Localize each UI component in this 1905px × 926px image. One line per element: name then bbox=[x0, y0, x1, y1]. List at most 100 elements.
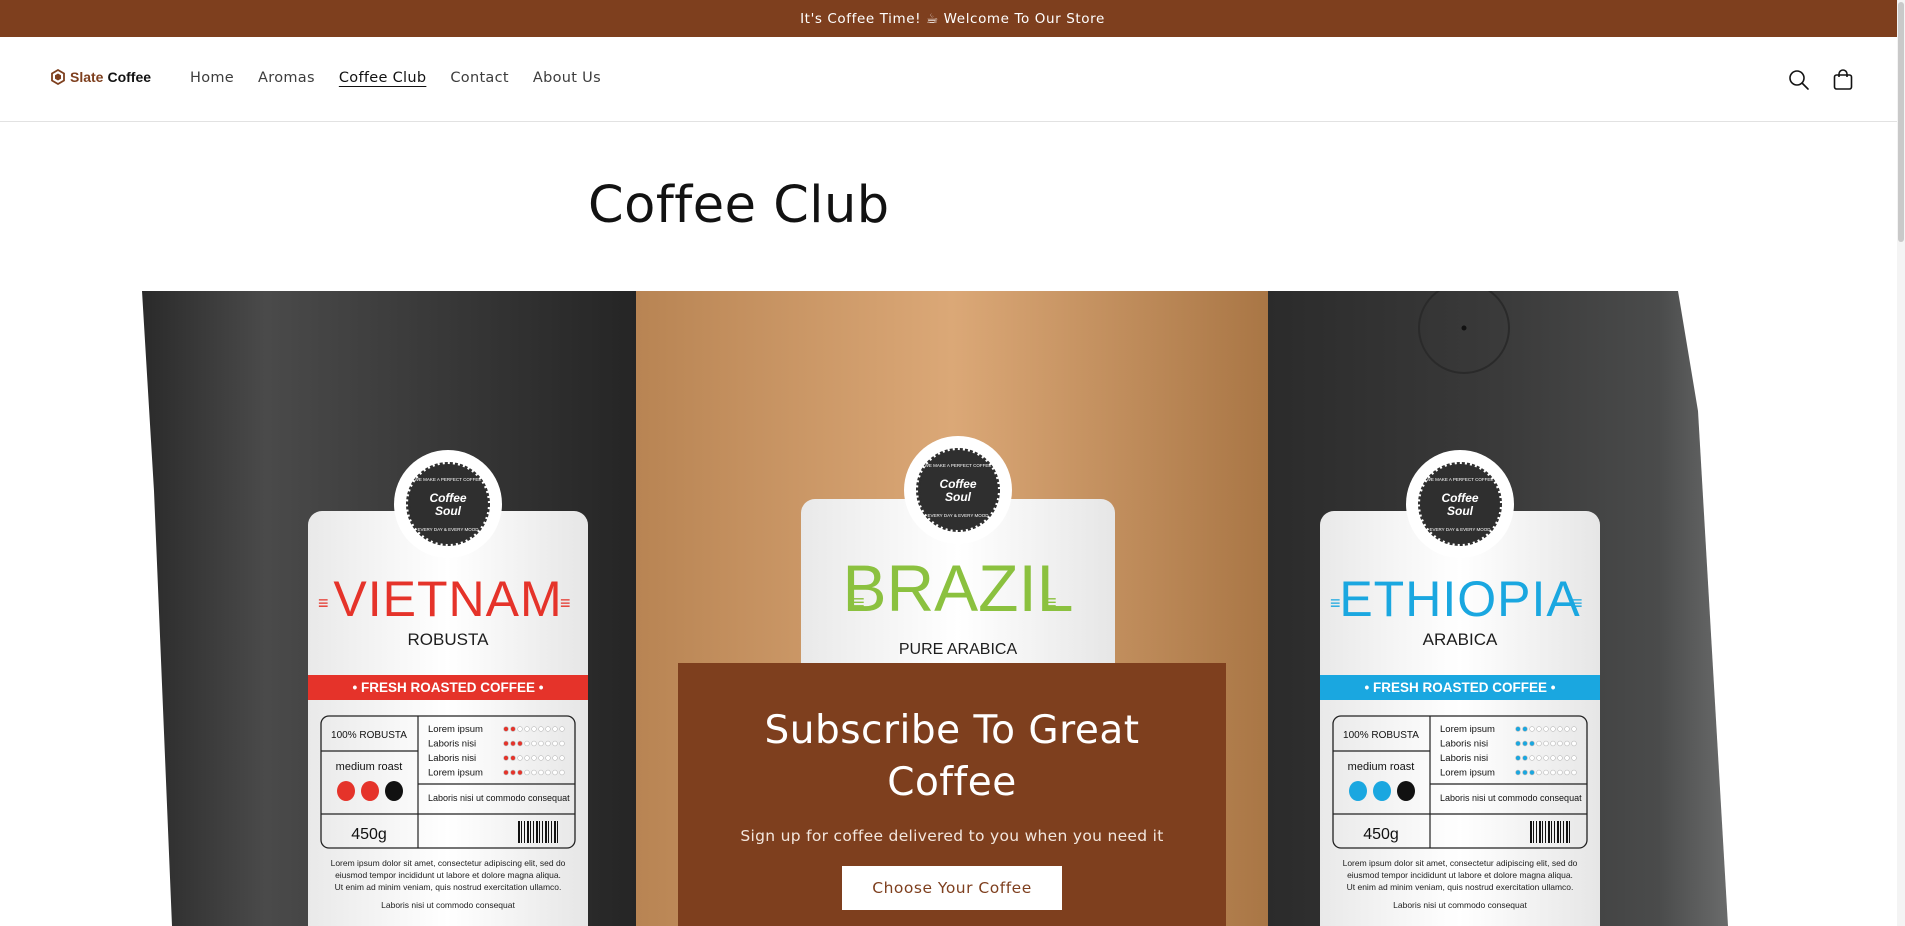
rating-dot bbox=[552, 740, 558, 747]
barcode-bar bbox=[557, 821, 558, 843]
choose-your-coffee-button[interactable]: Choose Your Coffee bbox=[842, 866, 1062, 910]
origin-rays-right: ≡ bbox=[1572, 593, 1583, 613]
rating-dot bbox=[1571, 740, 1577, 747]
footer-text: Laboris nisi ut commodo consequat bbox=[1393, 900, 1527, 910]
badge-line-1: Coffee bbox=[939, 477, 976, 491]
badge-top-text: WE MAKE A PERFECT COFFEE bbox=[1427, 477, 1494, 482]
rating-dot bbox=[1529, 769, 1535, 776]
rating-dot bbox=[1543, 726, 1549, 732]
rating-dot bbox=[1550, 726, 1556, 732]
rating-dot bbox=[1550, 755, 1556, 761]
nav-item-contact[interactable]: Contact bbox=[450, 70, 509, 86]
rating-dot bbox=[552, 769, 558, 776]
subscribe-panel: Subscribe To Great Coffee Sign up for co… bbox=[678, 663, 1226, 926]
scrollbar-thumb[interactable] bbox=[1898, 2, 1904, 242]
rating-dot bbox=[1564, 769, 1570, 776]
badge-bottom-text: EVERY DAY & EVERY MOOD bbox=[1429, 527, 1491, 532]
rating-dot bbox=[1564, 740, 1570, 747]
rating-dot bbox=[531, 755, 537, 761]
barcode-bar bbox=[527, 821, 529, 843]
rating-dot bbox=[531, 769, 537, 776]
rating-dot bbox=[503, 769, 509, 776]
rating-dot bbox=[1522, 740, 1528, 747]
rating-dot bbox=[524, 726, 530, 732]
rating-dot bbox=[510, 769, 516, 776]
rating-dot bbox=[1543, 755, 1549, 761]
subscribe-subtitle: Sign up for coffee delivered to you when… bbox=[740, 827, 1164, 845]
rating-dot bbox=[1543, 740, 1549, 747]
origin-name: ETHIOPIA bbox=[1339, 571, 1580, 627]
brand-logo[interactable]: Slate Coffee bbox=[50, 69, 151, 85]
rating-dot bbox=[1515, 769, 1521, 776]
barcode-bar bbox=[1560, 821, 1561, 843]
body-text: Lorem ipsum dolor sit amet, consectetur … bbox=[1343, 858, 1578, 868]
bean-icon bbox=[1397, 781, 1415, 801]
barcode-bar bbox=[539, 821, 540, 843]
footer-text: Laboris nisi ut commodo consequat bbox=[381, 900, 515, 910]
origin-name: VIETNAM bbox=[333, 571, 562, 627]
page-scrollbar[interactable] bbox=[1897, 0, 1905, 926]
barcode-bar bbox=[1566, 821, 1568, 843]
search-button[interactable] bbox=[1786, 67, 1812, 93]
barcode-bar bbox=[1542, 821, 1543, 843]
body-text: Lorem ipsum dolor sit amet, consectetur … bbox=[331, 858, 566, 868]
rating-dot bbox=[524, 740, 530, 747]
search-icon bbox=[1789, 70, 1809, 90]
badge-top-text: WE MAKE A PERFECT COFFEE bbox=[415, 477, 482, 482]
page-title: Coffee Club bbox=[588, 176, 890, 235]
badge-line-2: Soul bbox=[1447, 504, 1474, 518]
note-text: Laboris nisi ut commodo consequat bbox=[428, 793, 570, 803]
barcode-bar bbox=[542, 821, 543, 843]
rating-dot bbox=[538, 726, 544, 732]
barcode-bar bbox=[1533, 821, 1534, 843]
rating-dot bbox=[1522, 769, 1528, 776]
rating-dot bbox=[1529, 726, 1535, 732]
rating-dot bbox=[1557, 769, 1563, 776]
barcode-bar bbox=[1557, 821, 1559, 843]
rating-dot bbox=[1571, 726, 1577, 732]
rating-dot bbox=[503, 740, 509, 747]
rating-dot bbox=[1515, 755, 1521, 761]
rating-dot bbox=[552, 755, 558, 761]
rating-dot bbox=[559, 740, 565, 747]
cart-button[interactable] bbox=[1830, 67, 1856, 93]
bean-icon bbox=[1373, 781, 1391, 801]
variety-name: ROBUSTA bbox=[408, 630, 490, 649]
barcode-bar bbox=[533, 821, 534, 843]
badge-line-1: Coffee bbox=[1441, 491, 1478, 505]
barcode-bar bbox=[554, 821, 556, 843]
bag-label-ethiopia: WE MAKE A PERFECT COFFEE CoffeeSoul EVERY … bbox=[1320, 450, 1600, 926]
rating-dot bbox=[1536, 755, 1542, 761]
rating-dot bbox=[1522, 726, 1528, 732]
roast-text: medium roast bbox=[336, 761, 403, 773]
badge-line-1: Coffee bbox=[429, 491, 466, 505]
rating-dot bbox=[1571, 755, 1577, 761]
rating-dot bbox=[517, 740, 523, 747]
nav-item-home[interactable]: Home bbox=[190, 70, 234, 86]
rating-dot bbox=[517, 755, 523, 761]
rating-dot bbox=[559, 769, 565, 776]
rating-dot bbox=[1550, 740, 1556, 747]
note-text: Laboris nisi ut commodo consequat bbox=[1440, 793, 1582, 803]
badge-bottom-text: EVERY DAY & EVERY MOOD bbox=[927, 513, 989, 518]
nav-item-coffee-club[interactable]: Coffee Club bbox=[339, 70, 427, 86]
info-row-label: Laboris nisi bbox=[428, 739, 476, 750]
cart-icon bbox=[1833, 69, 1853, 90]
rating-dot bbox=[1536, 726, 1542, 732]
info-row-label: Laboris nisi bbox=[428, 753, 476, 764]
nav-item-about-us[interactable]: About Us bbox=[533, 70, 601, 86]
barcode-bar bbox=[518, 821, 520, 843]
rating-dot bbox=[510, 740, 516, 747]
rating-dot bbox=[503, 726, 509, 732]
body-text: eiusmod tempor incididunt ut labore et d… bbox=[335, 870, 561, 880]
purity-text: 100% ROBUSTA bbox=[1343, 730, 1419, 741]
fresh-roasted-text: • FRESH ROASTED COFFEE • bbox=[353, 680, 544, 695]
rating-dot bbox=[503, 755, 509, 761]
rating-dot bbox=[1515, 726, 1521, 732]
announcement-bar: It's Coffee Time! ☕ Welcome To Our Store bbox=[0, 0, 1905, 37]
rating-dot bbox=[545, 769, 551, 776]
origin-rays-left: ≡ bbox=[1330, 593, 1341, 613]
nav-item-aromas[interactable]: Aromas bbox=[258, 70, 315, 86]
rating-dot bbox=[1543, 769, 1549, 776]
bean-icon bbox=[1349, 781, 1367, 801]
